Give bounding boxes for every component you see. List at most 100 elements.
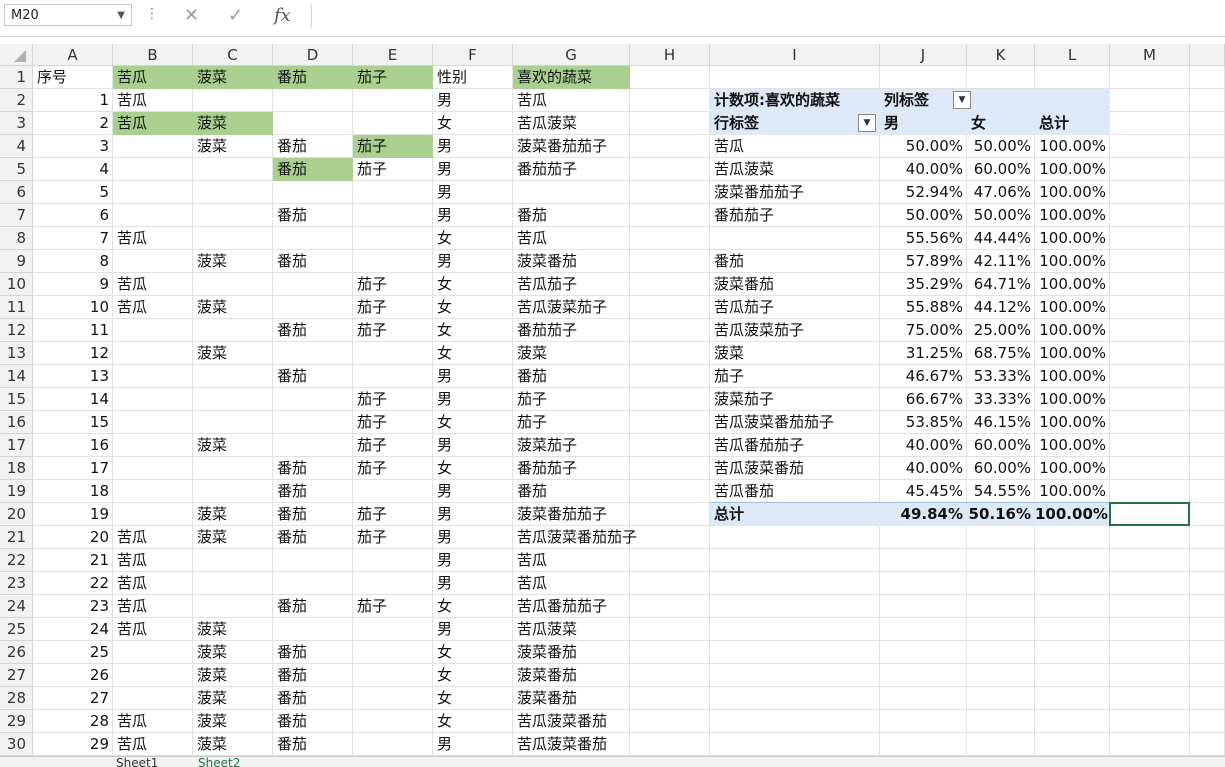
pivot-value[interactable]: 100.00% [1035,457,1110,480]
cell-e6[interactable] [353,181,433,204]
cell-a12[interactable]: 11 [33,319,113,342]
pivot-row-item[interactable]: 菠菜 [710,342,880,365]
row-header[interactable]: 6 [0,181,33,204]
cell-b27[interactable] [113,664,193,687]
cell-e5[interactable]: 茄子 [353,158,433,181]
pivot-value[interactable]: 55.56% [880,227,967,250]
cell-b28[interactable] [113,687,193,710]
column-filter-dropdown-icon[interactable]: ▼ [953,91,971,109]
pivot-value[interactable]: 25.00% [967,319,1035,342]
pivot-value[interactable]: 50.00% [880,204,967,227]
cell-c5[interactable] [193,158,273,181]
cell-f21[interactable]: 男 [433,526,513,549]
pivot-row-item[interactable] [710,227,880,250]
cell-b18[interactable] [113,457,193,480]
cell-c24[interactable] [193,595,273,618]
row-header[interactable]: 5 [0,158,33,181]
cell-e13[interactable] [353,342,433,365]
pivot-value[interactable]: 100.00% [1035,480,1110,503]
cell-e12[interactable]: 茄子 [353,319,433,342]
column-header-extra[interactable] [1190,44,1225,66]
cell-b17[interactable] [113,434,193,457]
cell-c23[interactable] [193,572,273,595]
cell-d17[interactable] [273,434,353,457]
cell-d10[interactable] [273,273,353,296]
cell-a13[interactable]: 12 [33,342,113,365]
selected-cell-m20[interactable] [1109,502,1190,526]
pivot-row-item[interactable]: 苦瓜茄子 [710,296,880,319]
cell-f12[interactable]: 女 [433,319,513,342]
cell-c4[interactable]: 菠菜 [193,135,273,158]
cell-e23[interactable] [353,572,433,595]
cell-e10[interactable]: 茄子 [353,273,433,296]
cell-e27[interactable] [353,664,433,687]
pivot-row-item[interactable]: 菠菜番茄 [710,273,880,296]
cell-g4[interactable]: 菠菜番茄茄子 [513,135,630,158]
cell-d19[interactable]: 番茄 [273,480,353,503]
cell-b3[interactable]: 苦瓜 [113,112,193,135]
column-header-i[interactable]: I [710,44,880,66]
cell-f4[interactable]: 男 [433,135,513,158]
pivot-value[interactable]: 100.00% [1035,342,1110,365]
cell-g26[interactable]: 菠菜番茄 [513,641,630,664]
cell-b12[interactable] [113,319,193,342]
cell-f14[interactable]: 男 [433,365,513,388]
cell-a14[interactable]: 13 [33,365,113,388]
row-header[interactable]: 1 [0,66,33,89]
pivot-row-item[interactable]: 番茄茄子 [710,204,880,227]
pivot-value[interactable]: 100.00% [1035,273,1110,296]
cell-f18[interactable]: 女 [433,457,513,480]
pivot-row-item[interactable]: 苦瓜菠菜番茄茄子 [710,411,880,434]
pivot-value[interactable]: 100.00% [1035,434,1110,457]
cell-e30[interactable] [353,733,433,756]
cell-e7[interactable] [353,204,433,227]
row-filter-dropdown-icon[interactable]: ▼ [858,114,876,132]
cell-c6[interactable] [193,181,273,204]
cell-f26[interactable]: 女 [433,641,513,664]
cell-f5[interactable]: 男 [433,158,513,181]
row-header[interactable]: 25 [0,618,33,641]
cell-d27[interactable]: 番茄 [273,664,353,687]
cell-b23[interactable]: 苦瓜 [113,572,193,595]
pivot-row-item[interactable]: 苦瓜菠菜茄子 [710,319,880,342]
cell-a27[interactable]: 26 [33,664,113,687]
row-header[interactable]: 10 [0,273,33,296]
cell-d1[interactable]: 番茄 [273,66,353,89]
cell-f13[interactable]: 女 [433,342,513,365]
cell-d7[interactable]: 番茄 [273,204,353,227]
cell-d11[interactable] [273,296,353,319]
cell-c9[interactable]: 菠菜 [193,250,273,273]
cell-e14[interactable] [353,365,433,388]
cell-g20[interactable]: 菠菜番茄茄子 [513,503,630,526]
row-header[interactable]: 3 [0,112,33,135]
pivot-value[interactable]: 50.00% [880,135,967,158]
cell-e24[interactable]: 茄子 [353,595,433,618]
row-header[interactable]: 18 [0,457,33,480]
cell-f15[interactable]: 男 [433,388,513,411]
cell-f30[interactable]: 男 [433,733,513,756]
cell-c18[interactable] [193,457,273,480]
cell-d30[interactable]: 番茄 [273,733,353,756]
cell-c16[interactable] [193,411,273,434]
pivot-row-item[interactable]: 菠菜茄子 [710,388,880,411]
cell-d23[interactable] [273,572,353,595]
cell-c14[interactable] [193,365,273,388]
row-header[interactable]: 7 [0,204,33,227]
row-header[interactable]: 21 [0,526,33,549]
row-header[interactable]: 29 [0,710,33,733]
pivot-value[interactable]: 40.00% [880,457,967,480]
row-header[interactable]: 11 [0,296,33,319]
cell-g22[interactable]: 苦瓜 [513,549,630,572]
cell-a28[interactable]: 27 [33,687,113,710]
cell-c8[interactable] [193,227,273,250]
cell-d6[interactable] [273,181,353,204]
pivot-value[interactable]: 60.00% [967,457,1035,480]
cell-a4[interactable]: 3 [33,135,113,158]
formula-input[interactable] [311,4,1225,28]
row-header[interactable]: 13 [0,342,33,365]
cell-d29[interactable]: 番茄 [273,710,353,733]
pivot-value[interactable]: 53.33% [967,365,1035,388]
cell-a3[interactable]: 2 [33,112,113,135]
row-header[interactable]: 4 [0,135,33,158]
cell-g8[interactable]: 苦瓜 [513,227,630,250]
